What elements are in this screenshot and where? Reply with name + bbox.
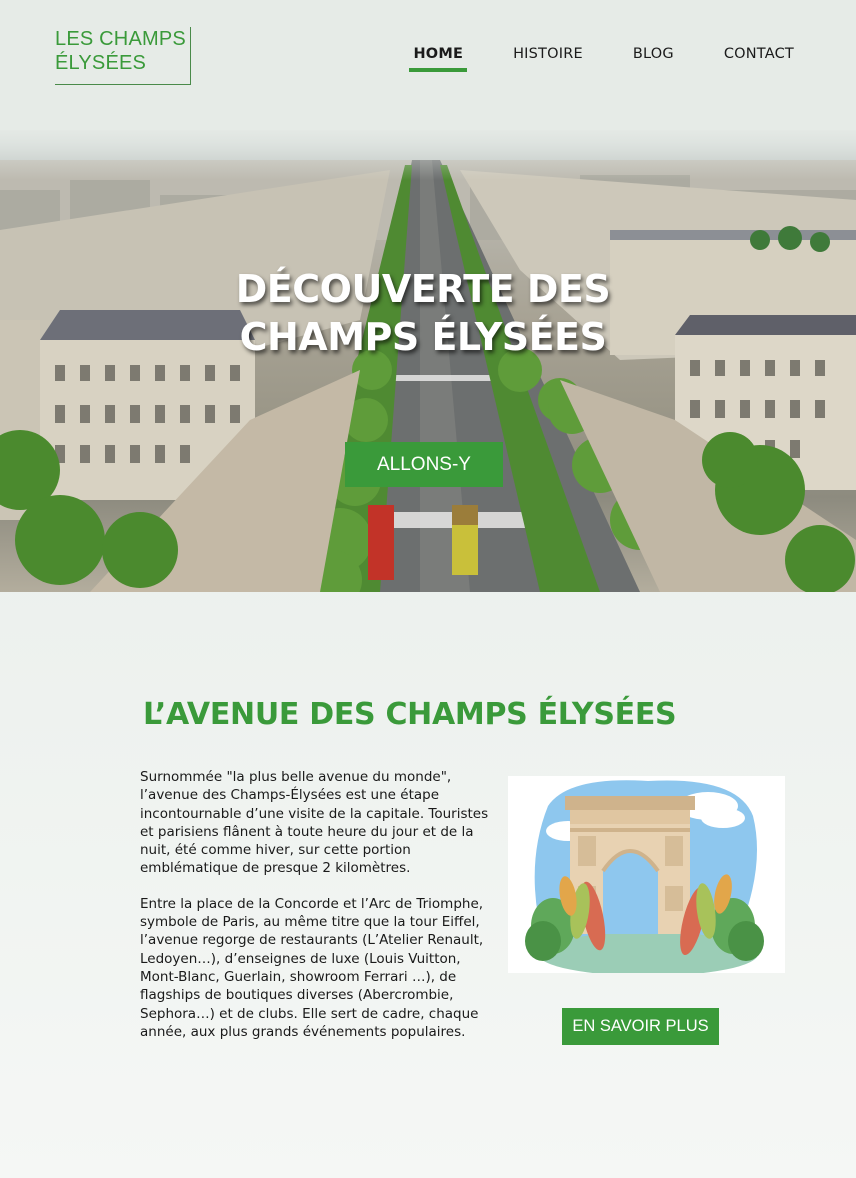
nav-histoire[interactable]: HISTOIRE (509, 44, 587, 72)
logo-line-2: ÉLYSÉES (55, 52, 147, 74)
hero-banner: DÉCOUVERTE DES CHAMPS ÉLYSÉES ALLONS-Y (0, 120, 856, 592)
hero-title: DÉCOUVERTE DES CHAMPS ÉLYSÉES (0, 265, 846, 361)
allons-y-button[interactable]: ALLONS-Y (345, 442, 503, 487)
nav-home[interactable]: HOME (409, 44, 467, 72)
site-logo[interactable]: LES CHAMPS ÉLYSÉES (55, 27, 191, 85)
paragraph-1: Surnommée "la plus belle avenue du monde… (140, 769, 489, 877)
section-body: Surnommée "la plus belle avenue du monde… (140, 768, 490, 1058)
paragraph-2: Entre la place de la Concorde et l’Arc d… (140, 895, 484, 1040)
en-savoir-plus-button[interactable]: EN SAVOIR PLUS (562, 1008, 719, 1045)
arc-de-triomphe-illustration (508, 776, 785, 976)
site-header: LES CHAMPS ÉLYSÉES HOME HISTOIRE BLOG CO… (0, 0, 856, 130)
hero-title-line-1: DÉCOUVERTE DES (235, 267, 611, 311)
nav-contact[interactable]: CONTACT (720, 44, 798, 72)
hero-title-line-2: CHAMPS ÉLYSÉES (239, 315, 607, 359)
logo-line-1: LES CHAMPS (55, 28, 186, 50)
section-title: L’AVENUE DES CHAMPS ÉLYSÉES (143, 697, 677, 732)
main-nav: HOME HISTOIRE BLOG CONTACT (367, 44, 798, 72)
nav-blog[interactable]: BLOG (629, 44, 678, 72)
